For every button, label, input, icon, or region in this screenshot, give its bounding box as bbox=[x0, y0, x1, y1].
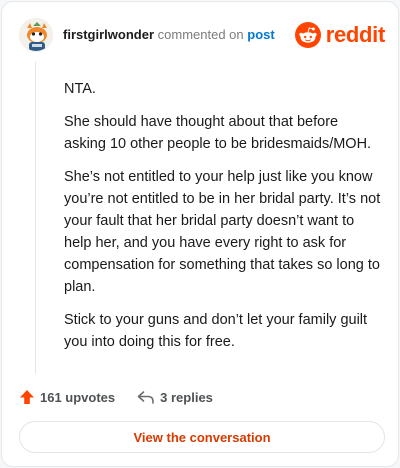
user-avatar[interactable] bbox=[19, 18, 53, 52]
embedded-comment-card: firstgirlwonder commented on post reddit… bbox=[1, 1, 399, 467]
upvote-arrow-icon bbox=[20, 390, 34, 404]
view-conversation-button[interactable]: View the conversation bbox=[19, 421, 385, 453]
comment-meta: firstgirlwonder commented on post bbox=[63, 27, 275, 42]
comment-body: NTA. She should have thought about that … bbox=[64, 78, 382, 364]
upvote-count: 161 upvotes bbox=[40, 389, 116, 405]
comment-actions: 161 upvotes 3 replies bbox=[19, 387, 213, 407]
reddit-wordmark: reddit bbox=[325, 22, 386, 47]
comment-paragraph-3: She’s not entitled to your help just lik… bbox=[64, 169, 381, 295]
reply-count: 3 replies bbox=[160, 389, 213, 405]
reply-arrow-icon bbox=[137, 391, 154, 404]
comment-paragraph-1: NTA. bbox=[64, 81, 96, 97]
username-link[interactable]: firstgirlwonder bbox=[63, 27, 154, 42]
replies-button[interactable]: 3 replies bbox=[137, 390, 213, 405]
comment-paragraph-2: She should have thought about that befor… bbox=[64, 114, 372, 152]
reddit-logo[interactable]: reddit bbox=[294, 21, 386, 49]
avatar-illustration-icon bbox=[20, 19, 52, 51]
comment-header: firstgirlwonder commented on post reddit bbox=[19, 18, 385, 52]
thread-line bbox=[35, 62, 36, 374]
upvote-button[interactable]: 161 upvotes bbox=[19, 389, 115, 405]
reddit-snoo-icon bbox=[294, 22, 321, 48]
comment-paragraph-4: Stick to your guns and don’t let your fa… bbox=[64, 312, 368, 350]
commented-on-text: commented on bbox=[157, 27, 244, 42]
post-link[interactable]: post bbox=[247, 27, 274, 42]
